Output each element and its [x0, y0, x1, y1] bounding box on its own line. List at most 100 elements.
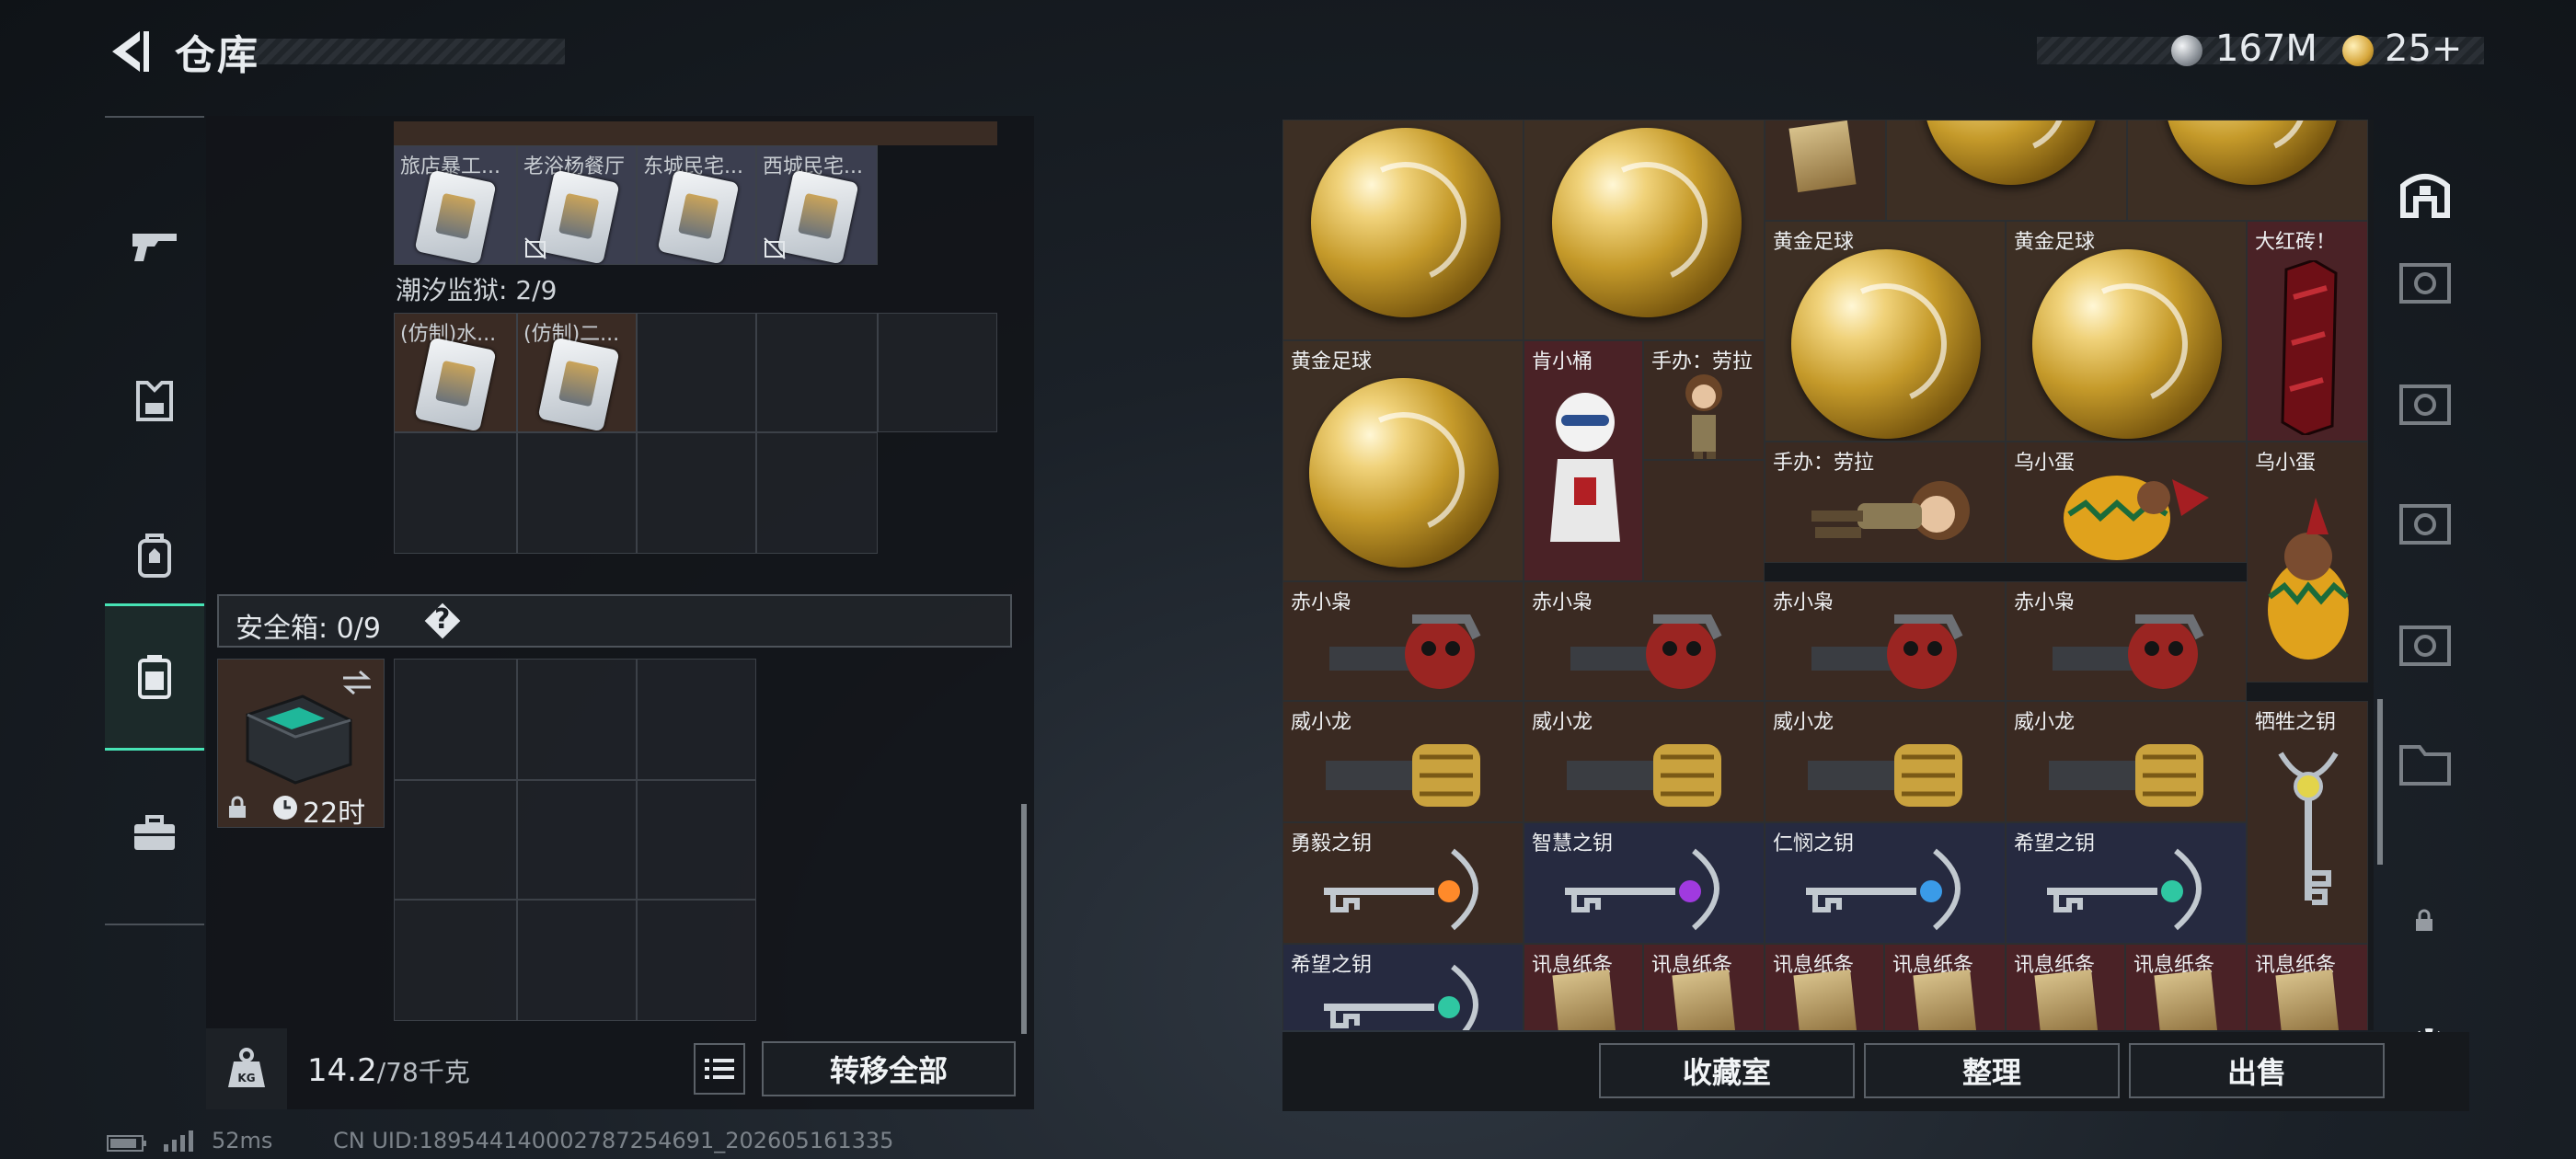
inventory-side-strip: [2377, 120, 2473, 1030]
tab-toolbox[interactable]: [105, 760, 204, 907]
currency-gold-amount[interactable]: 25+: [2385, 28, 2462, 70]
gold-coin-icon: [2342, 35, 2374, 66]
keycard-item[interactable]: 旅店暴工...: [394, 145, 517, 265]
swap-icon[interactable]: [341, 669, 373, 696]
safe-slot[interactable]: [517, 780, 637, 900]
inventory-item[interactable]: 威小龙: [1765, 701, 2006, 822]
empty-slot[interactable]: [878, 313, 997, 432]
inventory-item[interactable]: 讯息纸条: [1765, 944, 1884, 1030]
empty-slot[interactable]: [637, 432, 756, 554]
armor-icon: [136, 381, 173, 421]
container-slot-icon[interactable]: [2394, 248, 2456, 311]
item-name: 手办：劳拉: [1651, 350, 1754, 373]
tab-armor[interactable]: [105, 327, 204, 475]
tab-safe-box[interactable]: [105, 603, 204, 751]
toolbox-icon: [134, 815, 175, 850]
keycard-icon: [776, 169, 859, 265]
ping-readout: 52ms: [212, 1128, 273, 1153]
golden-ball-icon: [1552, 128, 1742, 317]
safe-slot[interactable]: [394, 900, 517, 1021]
keycard-item[interactable]: 东城民宅...: [637, 145, 756, 265]
inventory-item[interactable]: 赤小枭: [1765, 581, 2006, 701]
inventory-slot[interactable]: [1643, 460, 1765, 581]
inventory-item[interactable]: 大红砖！: [2247, 221, 2368, 442]
empty-slot[interactable]: [394, 432, 517, 554]
weight-readout: 14.2/78千克: [307, 1052, 470, 1089]
organize-button[interactable]: 整理: [1864, 1043, 2120, 1098]
inventory-item[interactable]: 威小龙: [2006, 701, 2247, 822]
inventory-item[interactable]: 牺牲之钥: [2247, 701, 2368, 944]
safe-slot[interactable]: [517, 900, 637, 1021]
stash-home-icon[interactable]: [2398, 166, 2453, 221]
inventory-item[interactable]: 讯息纸条: [1884, 944, 2006, 1030]
keycard-item[interactable]: (仿制)二...: [517, 313, 637, 432]
lock-icon: [229, 796, 246, 818]
inventory-item[interactable]: 讯息纸条: [2006, 944, 2125, 1030]
safe-slot[interactable]: [517, 659, 637, 780]
inventory-item[interactable]: 仁悯之钥: [1765, 822, 2006, 944]
folder-slot-icon[interactable]: [2394, 730, 2456, 793]
page-title: 仓库: [175, 32, 259, 79]
inventory-item[interactable]: 讯息纸条: [2247, 944, 2368, 1030]
dragon-figure-icon: [1326, 744, 1480, 807]
inventory-item[interactable]: 讯息纸条: [1524, 944, 1643, 1030]
keycard-item[interactable]: 老浴杨餐厅: [517, 145, 637, 265]
safe-slot[interactable]: [394, 780, 517, 900]
inventory-item[interactable]: 黄金足球: [1765, 221, 2006, 442]
sell-button[interactable]: 出售: [2129, 1043, 2385, 1098]
list-view-button[interactable]: [694, 1043, 745, 1095]
safe-slot[interactable]: [394, 659, 517, 780]
empty-slot[interactable]: [756, 432, 878, 554]
back-arrow-icon[interactable]: [103, 26, 155, 77]
keycard-icon: [537, 337, 620, 432]
inventory-item[interactable]: 赤小枭: [1524, 581, 1765, 701]
inventory-item[interactable]: 赤小枭: [2006, 581, 2247, 701]
inventory-item[interactable]: 讯息纸条: [1643, 944, 1765, 1030]
item-name: 大红砖！: [2255, 231, 2337, 254]
gun-icon: [132, 234, 177, 261]
empty-slot[interactable]: [517, 432, 637, 554]
inventory-item[interactable]: [1765, 120, 1886, 221]
inventory-item[interactable]: [1524, 120, 1765, 340]
collection-room-button[interactable]: 收藏室: [1599, 1043, 1855, 1098]
stash-scrollbar[interactable]: [1021, 804, 1027, 1034]
inventory-item[interactable]: 讯息纸条: [2125, 944, 2247, 1030]
inventory-item[interactable]: 肯小桶: [1524, 340, 1643, 581]
safe-slot[interactable]: [637, 900, 756, 1021]
keycard-item[interactable]: 西城民宅...: [756, 145, 878, 265]
inventory-item[interactable]: 威小龙: [1524, 701, 1765, 822]
inventory-item[interactable]: 黄金足球: [1282, 340, 1524, 581]
inventory-item[interactable]: [1886, 120, 2127, 221]
key-icon: [2278, 752, 2339, 905]
inventory-item[interactable]: 智慧之钥: [1524, 822, 1765, 944]
safe-box-item[interactable]: 22时: [217, 659, 385, 830]
inventory-item[interactable]: 赤小枭: [1282, 581, 1524, 701]
safe-slot[interactable]: [637, 780, 756, 900]
note-icon: [2034, 969, 2099, 1030]
keycard-item[interactable]: (仿制)水...: [394, 313, 517, 432]
inventory-item[interactable]: 希望之钥: [1282, 944, 1524, 1030]
inventory-item[interactable]: 手办：劳拉: [1765, 442, 2006, 563]
inventory-item[interactable]: [2127, 120, 2368, 221]
inventory-item[interactable]: 希望之钥: [2006, 822, 2247, 944]
keycard-icon: [414, 337, 497, 432]
egg-figure-icon: [2064, 476, 2209, 560]
lara-figure-icon: [1685, 374, 1722, 459]
note-icon: [1913, 969, 1977, 1030]
inventory-item[interactable]: 手办：劳拉: [1643, 340, 1765, 460]
tab-weapons[interactable]: [105, 173, 204, 320]
transfer-all-button[interactable]: 转移全部: [762, 1041, 1016, 1096]
inventory-item[interactable]: [1282, 120, 1524, 340]
inventory-item[interactable]: 乌小蛋: [2247, 442, 2368, 683]
container-slot-icon[interactable]: [2394, 611, 2456, 673]
container-slot-icon[interactable]: [2394, 370, 2456, 432]
container-slot-icon[interactable]: [2394, 489, 2456, 552]
inventory-item[interactable]: 威小龙: [1282, 701, 1524, 822]
inventory-item[interactable]: 乌小蛋: [2006, 442, 2247, 563]
inventory-item[interactable]: 黄金足球: [2006, 221, 2247, 442]
safe-slot[interactable]: [637, 659, 756, 780]
inventory-item[interactable]: 勇毅之钥: [1282, 822, 1524, 944]
key-icon: [1565, 848, 1719, 931]
empty-slot[interactable]: [637, 313, 756, 432]
empty-slot[interactable]: [756, 313, 878, 432]
